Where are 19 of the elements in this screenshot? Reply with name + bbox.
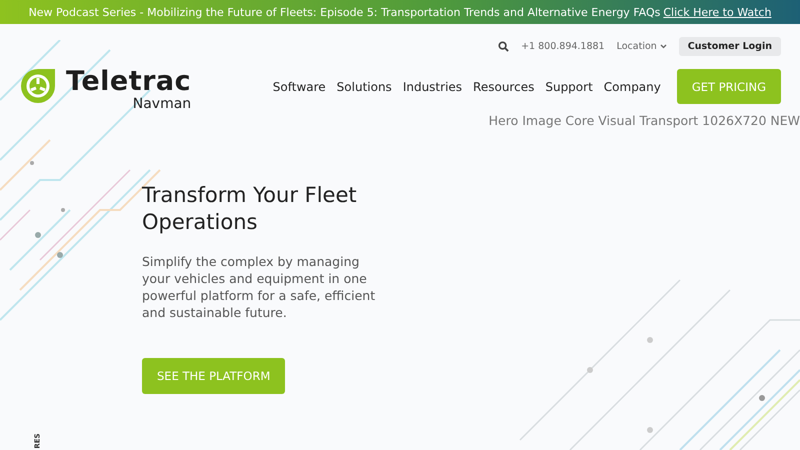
nav-link[interactable]: Industries [402, 80, 462, 94]
announcement-text: New Podcast Series - Mobilizing the Future of Fleets: Episode 5: Transportation Trends and Alternative Energy FAQs [28, 6, 660, 18]
nav-link[interactable]: Support [545, 80, 593, 94]
watch-link[interactable]: Click Here to Watch [663, 6, 772, 18]
chevron-down-icon [660, 44, 667, 49]
phone-number[interactable]: +1 800.894.1881 [521, 41, 605, 52]
nav-link[interactable]: Software [272, 80, 326, 94]
location-dropdown[interactable]: Location [616, 41, 667, 52]
nav-link[interactable]: Company [604, 80, 661, 94]
search-icon[interactable] [498, 41, 510, 52]
hero-heading: Transform Your Fleet Operations [142, 182, 358, 236]
logo-icon [20, 68, 56, 104]
nav-link[interactable]: Resources [473, 80, 534, 94]
logo-wordmark: Teletrac [66, 68, 192, 95]
image-alt-text: Hero Image Core Visual Transport 1026X720 NEW [488, 113, 800, 128]
customer-login-button[interactable]: Customer Login [678, 37, 781, 56]
hero-description: Simplify the complex by managing your vehicles and equipment in one powerful platform for a safe, efficient and sustainable future. [142, 252, 376, 322]
nav-link[interactable]: Solutions [336, 80, 392, 94]
logo-subtitle: Navman [132, 97, 192, 111]
